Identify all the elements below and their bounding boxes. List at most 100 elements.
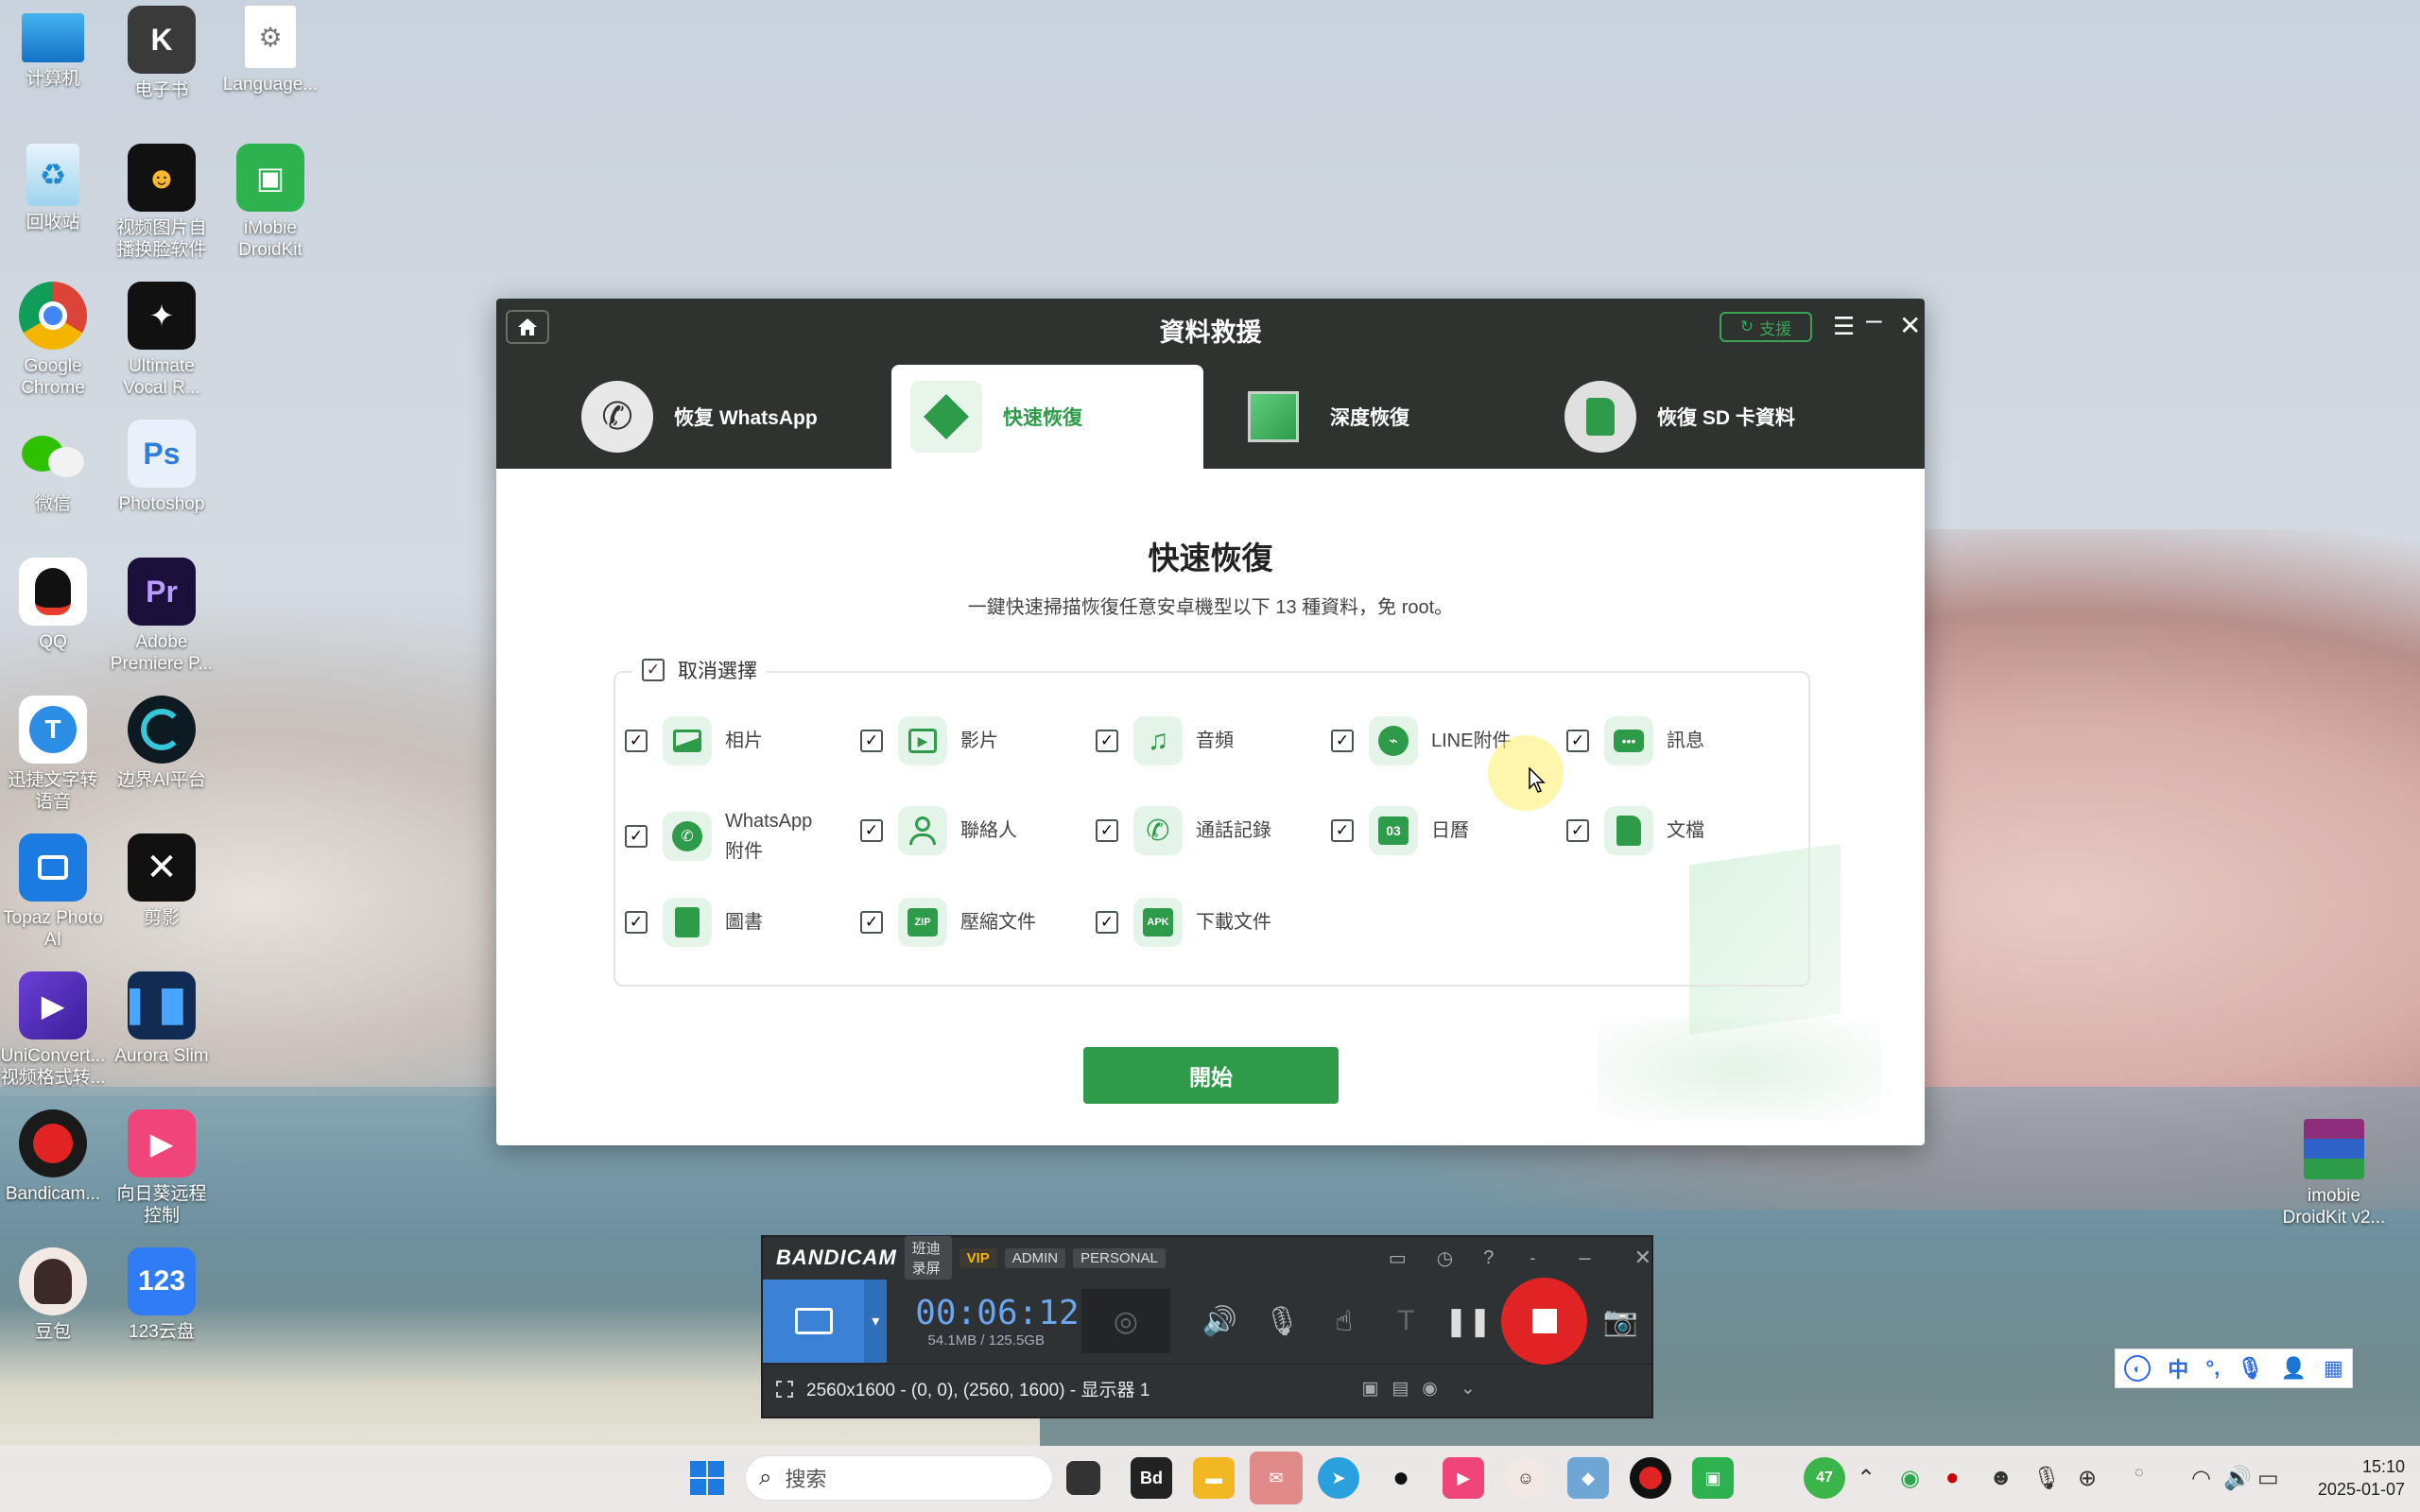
droidkit-taskbar-icon[interactable]: ▣: [1692, 1457, 1734, 1499]
close-button[interactable]: ✕: [1899, 310, 1921, 342]
desktop-icon-sunlogin[interactable]: ▶ 向日葵远程控制: [109, 1109, 215, 1227]
calendar-checkbox[interactable]: ✓: [1331, 819, 1354, 842]
call-logs-checkbox[interactable]: ✓: [1096, 819, 1118, 842]
mouse-effect-icon[interactable]: ☝: [1313, 1305, 1375, 1338]
tray-mic-icon[interactable]: 🎙: [2032, 1465, 2061, 1492]
desktop-icon-faceswap[interactable]: ☻ 视频图片自播换脸软件: [109, 144, 215, 261]
desktop-icon-ebook[interactable]: K 电子书: [109, 6, 215, 101]
taskbar-clock[interactable]: 15:10 2025-01-07: [2291, 1455, 2405, 1501]
text-overlay-icon[interactable]: T: [1375, 1305, 1438, 1337]
desktop-icon-recycle-bin[interactable]: ♻ 回收站: [0, 144, 106, 233]
folder-icon[interactable]: ▭: [1389, 1246, 1407, 1270]
webcam-off-icon[interactable]: ◎: [1081, 1289, 1170, 1353]
ime-language-toggle[interactable]: 中: [2168, 1353, 2188, 1383]
file-explorer-icon[interactable]: ▬: [1193, 1457, 1235, 1499]
wechat-taskbar-icon[interactable]: ✉: [1250, 1452, 1303, 1504]
videos-checkbox[interactable]: ✓: [860, 730, 883, 752]
tab-whatsapp[interactable]: ✆ 恢复 WhatsApp: [581, 365, 818, 469]
desktop-icon-wechat[interactable]: 微信: [0, 420, 106, 515]
desktop-icon-text-to-speech[interactable]: T 迅捷文字转语音: [0, 696, 106, 813]
datatype-call-logs[interactable]: ✓ ✆ 通話記錄: [1096, 806, 1322, 855]
desktop-icon-photoshop[interactable]: Ps Photoshop: [109, 420, 215, 515]
datatype-whatsapp-attachments[interactable]: ✓ ✆ WhatsApp 附件: [625, 803, 852, 869]
tray-app-icon[interactable]: ◉: [1900, 1465, 1920, 1492]
menu-icon[interactable]: ☰: [1833, 310, 1855, 342]
contacts-checkbox[interactable]: ✓: [860, 819, 883, 842]
datatype-downloads[interactable]: ✓ APK 下載文件: [1096, 898, 1322, 947]
desktop-icon-uniconverter[interactable]: ▶ UniConvert... 视频格式转...: [0, 971, 106, 1089]
volume-icon[interactable]: 🔊: [2223, 1465, 2252, 1492]
doubao-taskbar-icon[interactable]: ☺: [1505, 1457, 1547, 1499]
minimize-button[interactable]: –: [1866, 304, 1882, 336]
start-button[interactable]: 開始: [1083, 1047, 1339, 1104]
datatype-photos[interactable]: ✓ 相片: [625, 716, 852, 765]
telegram-icon[interactable]: ➤: [1318, 1457, 1359, 1499]
desktop-icon-droidkit-archive[interactable]: imobie DroidKit v2...: [2281, 1119, 2387, 1228]
ime-logo-icon[interactable]: ◐: [2124, 1355, 2152, 1382]
desktop-icon-droidkit[interactable]: ▣ iMobie DroidKit: [217, 144, 323, 261]
photos-checkbox[interactable]: ✓: [625, 730, 648, 752]
wifi-icon[interactable]: ◠: [2191, 1465, 2211, 1492]
deselect-all-checkbox[interactable]: ✓: [642, 659, 665, 681]
datatype-calendar[interactable]: ✓ 03 日曆: [1331, 806, 1558, 855]
help-icon[interactable]: ?: [1483, 1247, 1494, 1269]
video-off-icon[interactable]: ▣: [1361, 1378, 1378, 1400]
desktop-icon-capcut[interactable]: ✕ 剪影: [109, 833, 215, 929]
datatype-messages[interactable]: ✓ ••• 訊息: [1566, 716, 1793, 765]
taskbar-app-bd-icon[interactable]: Bd: [1131, 1457, 1172, 1499]
taskbar-search[interactable]: ⌕ 搜索: [745, 1455, 1053, 1501]
desktop-icon-doubao[interactable]: 豆包: [0, 1247, 106, 1343]
tray-badge-icon[interactable]: 47: [1804, 1457, 1845, 1499]
line-attachments-checkbox[interactable]: ✓: [1331, 730, 1354, 752]
desktop-icon-topaz[interactable]: Topaz Photo AI: [0, 833, 106, 951]
bandicam-minimize-button[interactable]: –: [1579, 1246, 1590, 1270]
ime-user-icon[interactable]: 👤: [2281, 1356, 2307, 1381]
broadcast-icon[interactable]: ◉: [1422, 1378, 1438, 1400]
tray-expand-icon[interactable]: ⌃: [1857, 1465, 1876, 1492]
tab-sd-card[interactable]: 恢復 SD 卡資料: [1564, 365, 1795, 469]
microphone-icon[interactable]: 🎙: [1251, 1305, 1313, 1338]
screen-mode-button[interactable]: [763, 1280, 865, 1363]
tray-record-icon[interactable]: ●: [1945, 1465, 1960, 1491]
support-button[interactable]: ↻ 支援: [1720, 312, 1812, 342]
deselect-all[interactable]: ✓ 取消選擇: [632, 656, 767, 684]
speaker-icon[interactable]: 🔊: [1189, 1305, 1252, 1338]
qq-taskbar-icon[interactable]: ●: [1380, 1457, 1422, 1499]
desktop-icon-ultimate-vocal[interactable]: ✦ Ultimate Vocal R...: [109, 282, 215, 399]
datatype-books[interactable]: ✓ 圖書: [625, 898, 852, 947]
collapse-icon[interactable]: -: [1530, 1248, 1535, 1268]
desktop-icon-premiere[interactable]: Pr Adobe Premiere P...: [109, 558, 215, 675]
desktop-icon-123pan[interactable]: 123 123云盘: [109, 1247, 215, 1343]
pause-icon[interactable]: ❚❚: [1437, 1305, 1499, 1338]
tab-deep-recovery[interactable]: 深度恢復: [1237, 365, 1409, 469]
bandicam-close-button[interactable]: ✕: [1634, 1246, 1651, 1270]
datatype-audio[interactable]: ✓ ♫ 音頻: [1096, 716, 1322, 765]
books-checkbox[interactable]: ✓: [625, 911, 648, 934]
windows-start-icon[interactable]: [688, 1459, 726, 1497]
tab-quick-recovery[interactable]: 快速恢復: [891, 365, 1203, 469]
ime-voice-icon[interactable]: 🎙: [2237, 1356, 2263, 1381]
stop-record-button[interactable]: [1500, 1278, 1588, 1365]
tray-translate-icon[interactable]: ⊕: [2078, 1465, 2097, 1492]
tray-ime-icon[interactable]: ◌: [2135, 1465, 2144, 1482]
taskbar-app-folder-icon[interactable]: ◆: [1567, 1457, 1609, 1499]
documents-checkbox[interactable]: ✓: [1566, 819, 1589, 842]
ime-punctuation-icon[interactable]: °,: [2205, 1356, 2220, 1381]
sunlogin-taskbar-icon[interactable]: ▶: [1443, 1457, 1484, 1499]
mode-dropdown-icon[interactable]: ▾: [864, 1280, 888, 1363]
datatype-archives[interactable]: ✓ ZIP 壓縮文件: [860, 898, 1087, 947]
archives-checkbox[interactable]: ✓: [860, 911, 883, 934]
downloads-checkbox[interactable]: ✓: [1096, 911, 1118, 934]
battery-icon[interactable]: ▭: [2257, 1465, 2279, 1492]
desktop-icon-computer[interactable]: 计算机: [0, 6, 106, 90]
clock-icon[interactable]: ◷: [1437, 1246, 1453, 1270]
screenshot-camera-icon[interactable]: 📷: [1589, 1305, 1651, 1338]
image-icon[interactable]: ▤: [1392, 1378, 1409, 1400]
desktop-icon-bandicam[interactable]: Bandicam...: [0, 1109, 106, 1205]
datatype-contacts[interactable]: ✓ 聯絡人: [860, 806, 1087, 855]
desktop-icon-aurora-slim[interactable]: ▌▐▌ Aurora Slim: [109, 971, 215, 1067]
expand-chevron-icon[interactable]: ⌄: [1461, 1378, 1476, 1400]
whatsapp-attachments-checkbox[interactable]: ✓: [625, 825, 648, 848]
desktop-icon-ai-platform[interactable]: 边界AI平台: [109, 696, 215, 791]
tray-qq-icon[interactable]: ☻: [1989, 1465, 2013, 1491]
